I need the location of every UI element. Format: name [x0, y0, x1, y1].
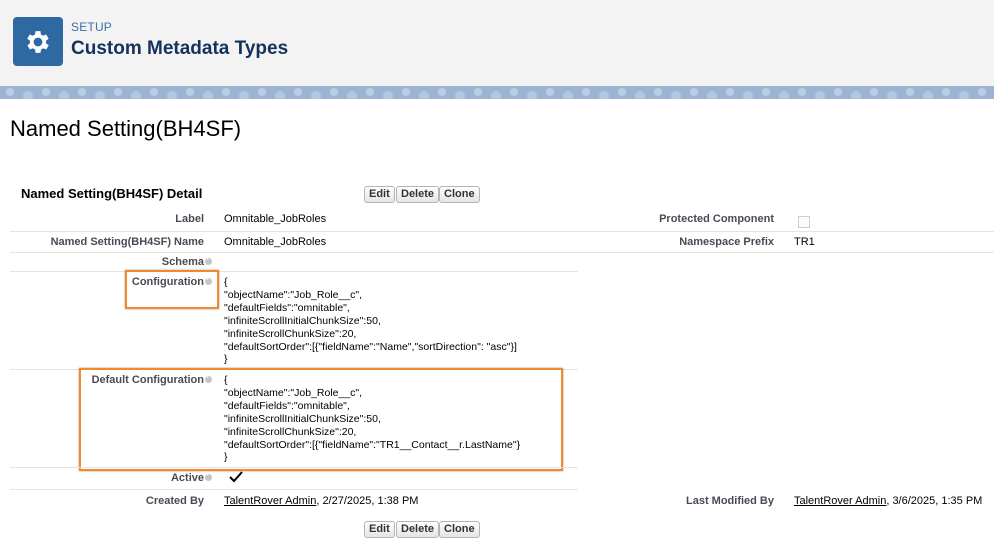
label-field-label: Label: [175, 213, 204, 225]
active-label-text: Active: [170, 472, 204, 484]
json-line: "infiniteScrollChunkSize":20,: [224, 327, 357, 340]
gear-icon: [13, 17, 63, 66]
clone-button[interactable]: Clone: [439, 186, 480, 203]
checkmark-icon: [229, 470, 243, 489]
json-line: "defaultFields":"omnitable",: [224, 301, 350, 314]
edit-button-bottom[interactable]: Edit: [364, 521, 395, 538]
last-modified-by-label: Last Modified By: [685, 495, 774, 507]
default-configuration-highlight-box: [79, 368, 563, 471]
setup-header: SETUP Custom Metadata Types: [0, 0, 994, 86]
page-header-title: Custom Metadata Types: [71, 38, 289, 59]
row-divider: [10, 252, 994, 253]
last-modified-by-date: , 3/6/2025, 1:35 PM: [886, 495, 983, 507]
help-icon[interactable]: [205, 472, 212, 481]
protected-component-label: Protected Component: [659, 213, 774, 225]
name-field-value: Omnitable_JobRoles: [224, 236, 327, 248]
detail-section-title: Named Setting(BH4SF) Detail: [21, 186, 203, 201]
active-field-label: Active: [10, 472, 212, 484]
configuration-value: {"objectName":"Job_Role__c", "defaultFiel…: [224, 276, 517, 366]
json-line: "infiniteScrollInitialChunkSize":50,: [224, 314, 381, 327]
created-by-user-link[interactable]: TalentRover Admin: [224, 495, 316, 507]
page-title: Named Setting(BH4SF): [10, 116, 242, 141]
row-divider: [10, 489, 578, 490]
json-line: }: [224, 353, 228, 366]
last-modified-by-value: TalentRover Admin, 3/6/2025, 1:35 PM: [794, 495, 982, 507]
configuration-highlight-box: [125, 270, 219, 309]
row-divider: [10, 271, 578, 272]
help-icon[interactable]: [205, 256, 212, 265]
delete-button[interactable]: Delete: [396, 186, 440, 203]
setup-label: SETUP: [71, 20, 113, 34]
row-divider: [10, 231, 994, 232]
schema-field-label: Schema: [10, 256, 212, 268]
last-modified-by-user-link[interactable]: TalentRover Admin: [794, 495, 886, 507]
namespace-prefix-label: Namespace Prefix: [679, 236, 774, 248]
label-field-value: Omnitable_JobRoles: [224, 213, 327, 225]
row-divider: [10, 467, 578, 468]
json-line: "defaultSortOrder":[{"fieldName":"Name",…: [224, 340, 517, 353]
decorative-band: [0, 86, 994, 99]
delete-button-bottom[interactable]: Delete: [396, 521, 440, 538]
schema-label-text: Schema: [161, 256, 204, 268]
json-line: {: [224, 276, 228, 288]
created-by-label: Created By: [145, 495, 204, 507]
clone-button-bottom[interactable]: Clone: [439, 521, 480, 538]
name-field-label: Named Setting(BH4SF) Name: [50, 236, 204, 248]
edit-button[interactable]: Edit: [364, 186, 395, 203]
protected-component-checkbox: [798, 216, 810, 228]
namespace-prefix-value: TR1: [794, 236, 815, 248]
json-line: "objectName":"Job_Role__c",: [224, 288, 363, 301]
created-by-date: , 2/27/2025, 1:38 PM: [316, 495, 419, 507]
created-by-value: TalentRover Admin, 2/27/2025, 1:38 PM: [224, 495, 418, 507]
